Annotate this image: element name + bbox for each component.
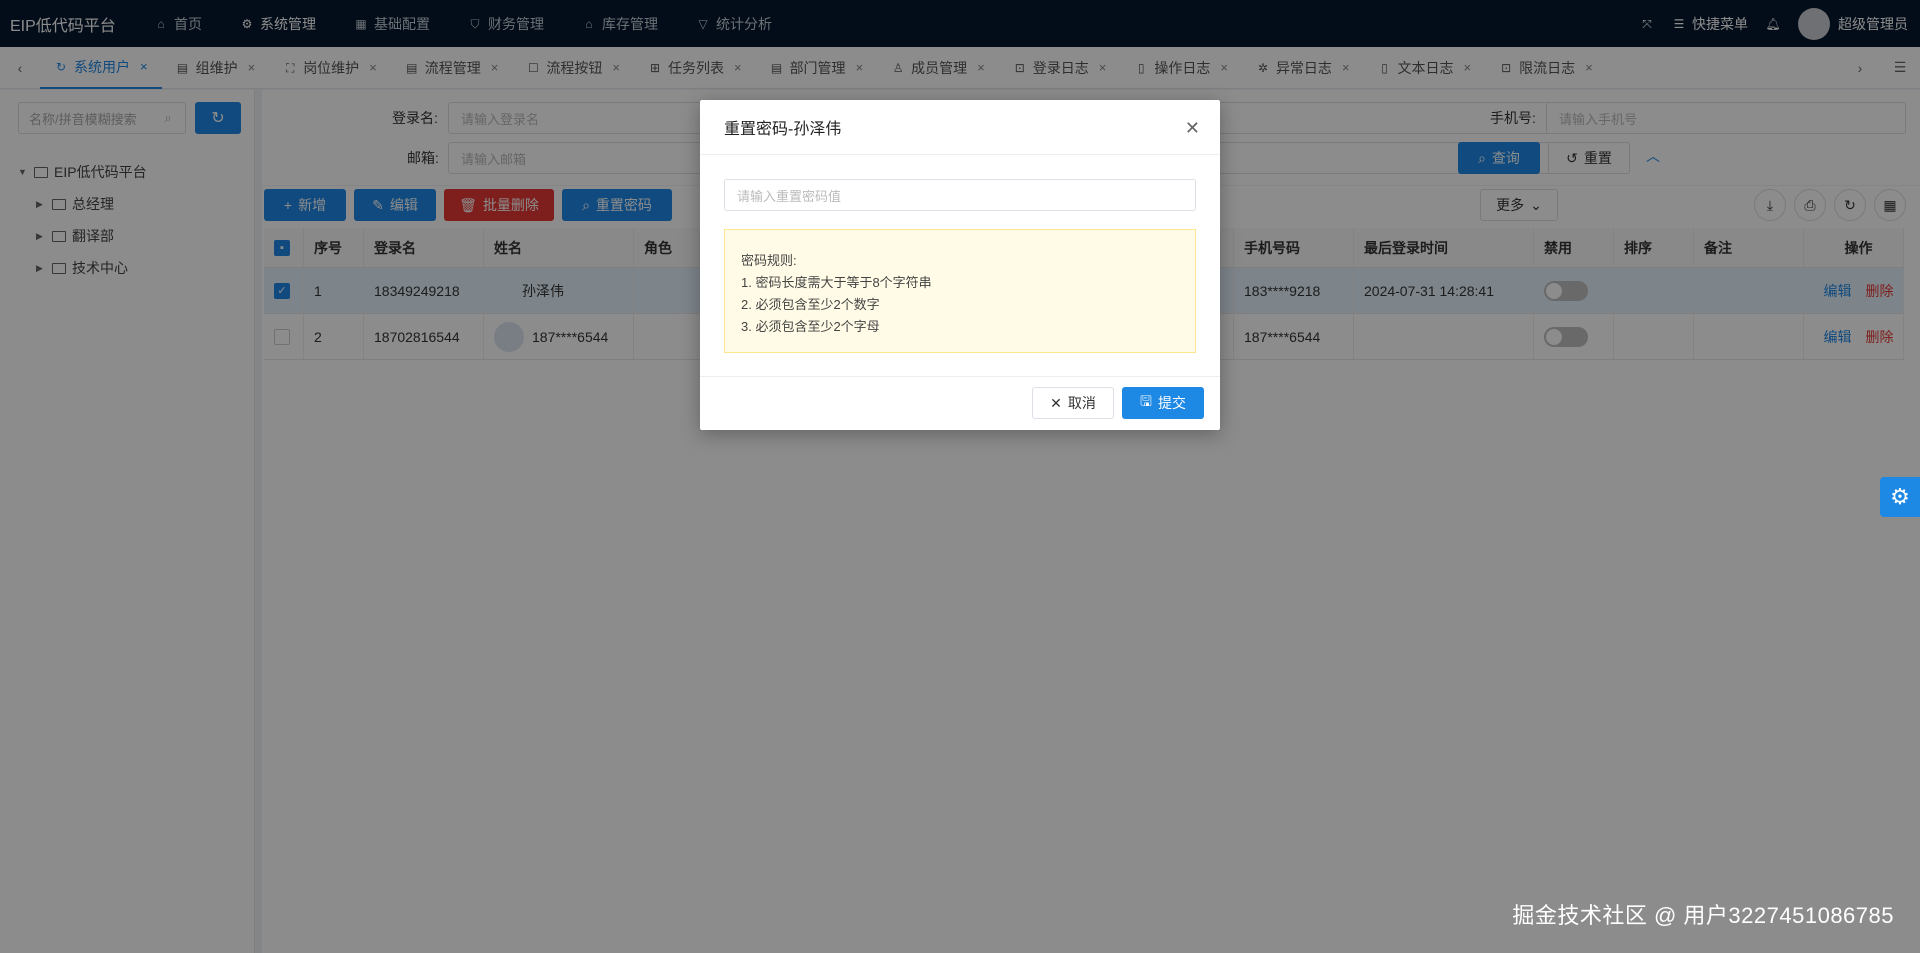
settings-float-gear-icon[interactable]: ⚙ (1880, 477, 1920, 517)
rule-item: 1. 密码长度需大于等于8个字符串 (741, 275, 932, 290)
dialog-footer: ✕ 取消 🖫︎ 提交 (700, 376, 1220, 430)
close-icon: ✕ (1050, 394, 1062, 411)
submit-button[interactable]: 🖫︎ 提交 (1122, 387, 1204, 419)
rule-item: 3. 必须包含至少2个字母 (741, 319, 880, 334)
reset-password-dialog: 重置密码-孙泽伟 ✕ 请输入重置密码值 密码规则: 1. 密码长度需大于等于8个… (700, 100, 1220, 430)
dialog-title: 重置密码-孙泽伟 (700, 100, 1220, 155)
new-password-input[interactable]: 请输入重置密码值 (724, 179, 1196, 211)
rule-item: 2. 必须包含至少2个数字 (741, 297, 880, 312)
rules-title: 密码规则: (741, 253, 797, 268)
cancel-button[interactable]: ✕ 取消 (1032, 387, 1114, 419)
close-icon[interactable]: ✕ (1185, 118, 1200, 139)
watermark: 掘金技术社区 @ 用户3227451086785 (1512, 903, 1894, 928)
password-rules-alert: 密码规则: 1. 密码长度需大于等于8个字符串 2. 必须包含至少2个数字 3.… (724, 229, 1196, 353)
save-icon: 🖫︎ (1140, 393, 1152, 409)
